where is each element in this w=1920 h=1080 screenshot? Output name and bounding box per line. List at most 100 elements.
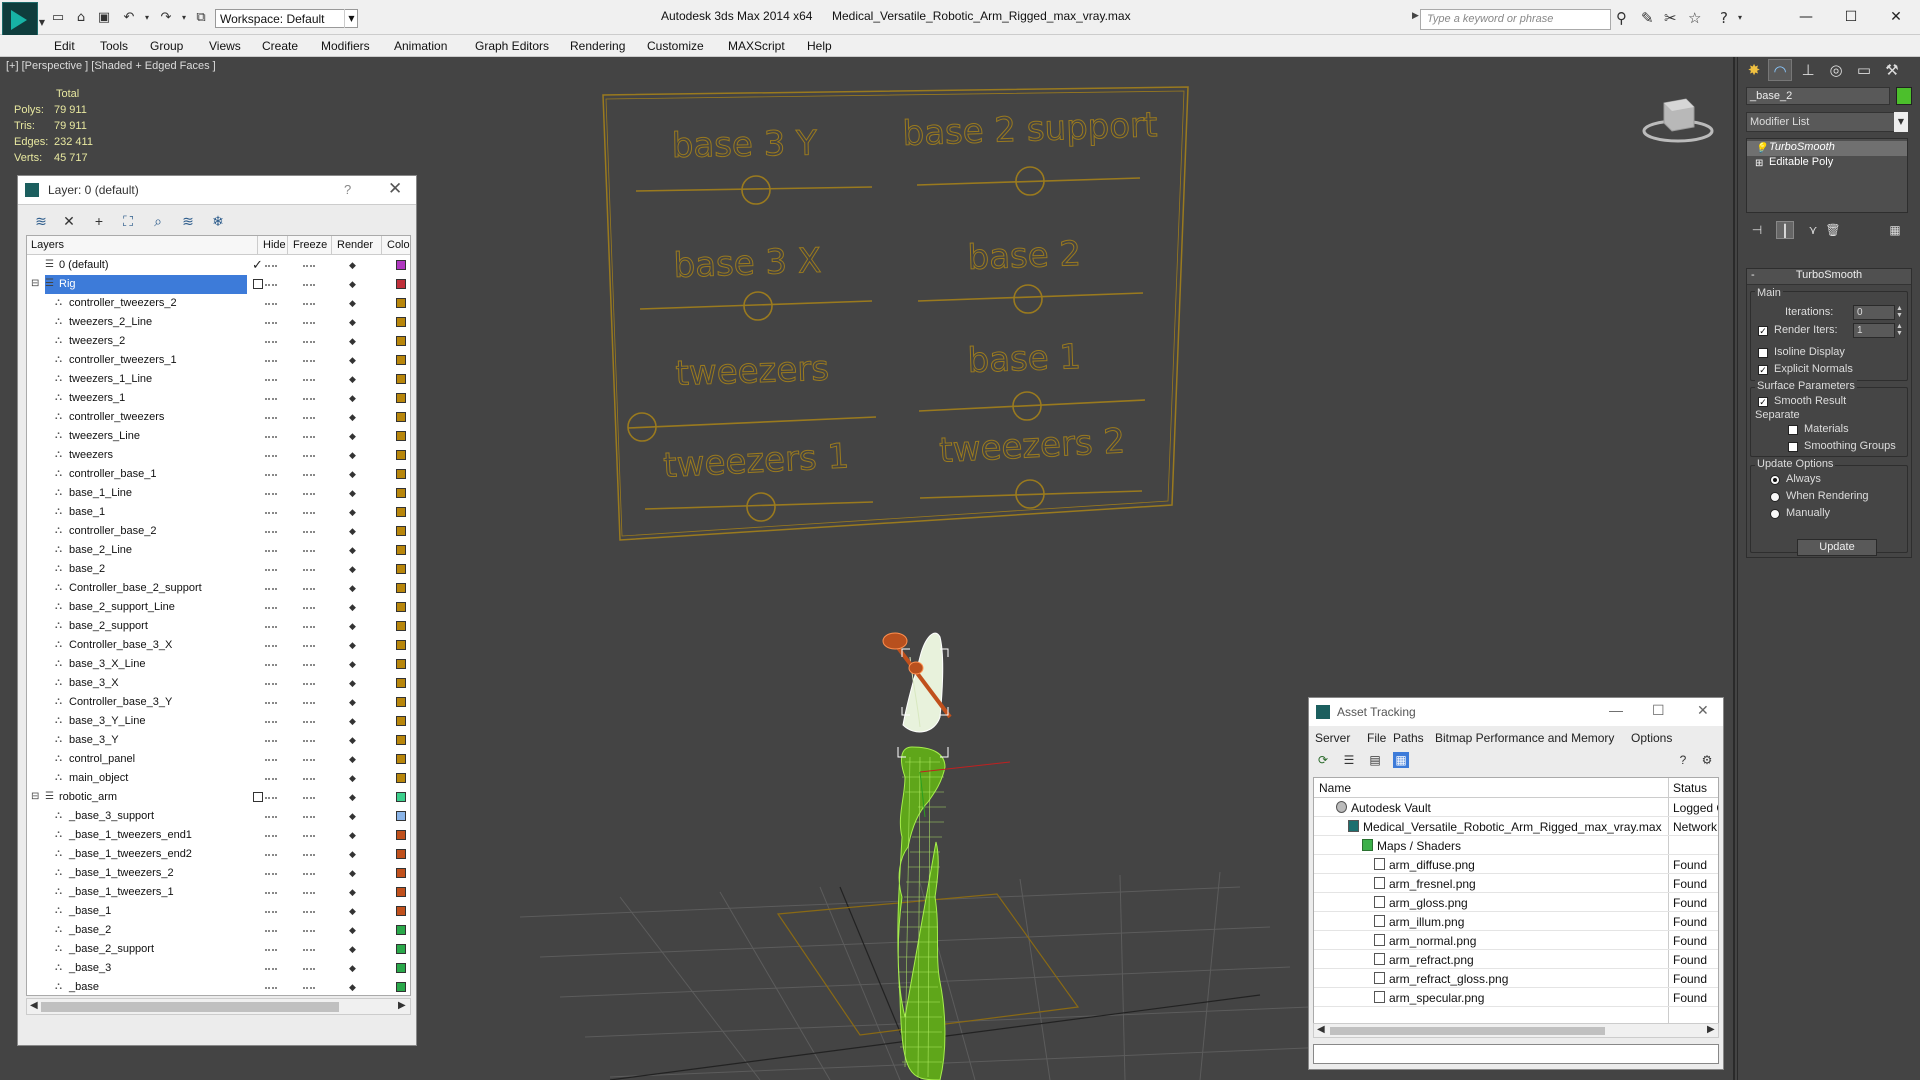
hide-toggle[interactable] xyxy=(265,911,277,913)
render-teapot-icon[interactable]: ◆ xyxy=(349,983,360,992)
render-teapot-icon[interactable]: ◆ xyxy=(349,717,360,726)
maximize-button[interactable]: ☐ xyxy=(1831,6,1871,28)
layer-object-row[interactable]: ⛬ base_3_Y ◆ xyxy=(27,731,410,750)
layer-name[interactable]: base_3_X_Line xyxy=(69,658,145,670)
layer-name[interactable]: Controller_base_2_support xyxy=(69,582,202,594)
render-teapot-icon[interactable]: ◆ xyxy=(349,375,360,384)
stack-item-editable-poly[interactable]: ⊞ Editable Poly xyxy=(1747,156,1907,171)
layer-color-swatch[interactable] xyxy=(396,906,406,916)
freeze-toggle[interactable] xyxy=(303,816,315,818)
hide-toggle[interactable] xyxy=(265,797,277,799)
layer-object-row[interactable]: ⛬ tweezers_1 ◆ xyxy=(27,389,410,408)
menu-animation[interactable]: Animation xyxy=(394,39,447,53)
layer-color-swatch[interactable] xyxy=(396,317,406,327)
layer-name[interactable]: tweezers xyxy=(69,449,113,461)
layer-color-swatch[interactable] xyxy=(396,640,406,650)
freeze-toggle[interactable] xyxy=(303,588,315,590)
object-name-field[interactable]: _base_2 xyxy=(1746,87,1890,105)
minimize-button[interactable]: — xyxy=(1786,6,1826,28)
render-teapot-icon[interactable]: ◆ xyxy=(349,945,360,954)
layer-name[interactable]: main_object xyxy=(69,772,128,784)
layer-color-swatch[interactable] xyxy=(396,849,406,859)
layer-name[interactable]: base_3_Y_Line xyxy=(69,715,145,727)
render-teapot-icon[interactable]: ◆ xyxy=(349,565,360,574)
layer-name[interactable]: controller_tweezers xyxy=(69,411,164,423)
freeze-toggle[interactable] xyxy=(303,854,315,856)
help-dropdown-icon[interactable]: ▾ xyxy=(1738,10,1742,26)
explicit-normals-checkbox[interactable]: ✓ xyxy=(1758,365,1768,375)
asset-row[interactable]: Maps / Shaders xyxy=(1314,836,1718,855)
hide-toggle[interactable] xyxy=(265,379,277,381)
layer-color-swatch[interactable] xyxy=(396,488,406,498)
scroll-thumb[interactable] xyxy=(41,1002,339,1012)
pin-stack-icon[interactable]: ⊣ xyxy=(1748,221,1766,239)
app-menu-arrow-icon[interactable]: ▼ xyxy=(34,16,50,30)
menu-group[interactable]: Group xyxy=(150,39,183,53)
layer-color-swatch[interactable] xyxy=(396,393,406,403)
freeze-toggle[interactable] xyxy=(303,892,315,894)
hide-toggle[interactable] xyxy=(265,588,277,590)
refresh-icon[interactable]: ⟳ xyxy=(1315,752,1331,768)
layer-color-swatch[interactable] xyxy=(396,507,406,517)
render-teapot-icon[interactable]: ◆ xyxy=(349,470,360,479)
highlight-layer-icon[interactable]: ⌕ xyxy=(149,212,167,230)
asset-path-field[interactable] xyxy=(1313,1044,1719,1064)
col-color[interactable]: Color xyxy=(387,239,410,251)
freeze-toggle[interactable] xyxy=(303,645,315,647)
render-iters-checkbox[interactable]: ✓ xyxy=(1758,326,1768,336)
workspace-dropdown[interactable]: Workspace: Default xyxy=(215,9,358,28)
freeze-toggle[interactable] xyxy=(303,322,315,324)
asset-dialog-titlebar[interactable]: Asset Tracking — ☐ ✕ xyxy=(1309,698,1723,726)
layer-color-swatch[interactable] xyxy=(396,963,406,973)
freeze-toggle[interactable] xyxy=(303,455,315,457)
freeze-toggle[interactable] xyxy=(303,379,315,381)
layer-object-row[interactable]: ⛬ base_3_Y_Line ◆ xyxy=(27,712,410,731)
collapse-icon[interactable]: - xyxy=(1751,269,1755,281)
close-button[interactable]: ✕ xyxy=(1697,702,1709,719)
layer-object-row[interactable]: ⛬ _base_2_support ◆ xyxy=(27,940,410,959)
render-teapot-icon[interactable]: ◆ xyxy=(349,546,360,555)
communication-icon[interactable]: ✂ xyxy=(1664,10,1677,26)
layer-object-row[interactable]: ⛬ controller_base_2 ◆ xyxy=(27,522,410,541)
layer-object-row[interactable]: ⛬ _base_1 ◆ xyxy=(27,902,410,921)
layer-color-swatch[interactable] xyxy=(396,469,406,479)
layer-color-swatch[interactable] xyxy=(396,792,406,802)
update-manually-radio[interactable] xyxy=(1770,509,1780,519)
hide-toggle[interactable] xyxy=(265,664,277,666)
layer-name[interactable]: tweezers_Line xyxy=(69,430,140,442)
hide-all-icon[interactable]: ≋ xyxy=(179,212,197,230)
render-teapot-icon[interactable]: ◆ xyxy=(349,926,360,935)
layer-object-row[interactable]: ⛬ controller_tweezers_1 ◆ xyxy=(27,351,410,370)
render-teapot-icon[interactable]: ◆ xyxy=(349,584,360,593)
redo-dropdown-icon[interactable]: ▾ xyxy=(176,11,192,25)
freeze-toggle[interactable] xyxy=(303,930,315,932)
set-active-layer-icon[interactable] xyxy=(253,792,263,802)
display-tab-icon[interactable]: ▭ xyxy=(1852,59,1876,81)
hide-toggle[interactable] xyxy=(265,873,277,875)
freeze-toggle[interactable] xyxy=(303,417,315,419)
undo-icon[interactable]: ↶ xyxy=(121,11,137,25)
freeze-toggle[interactable] xyxy=(303,968,315,970)
hide-toggle[interactable] xyxy=(265,683,277,685)
layer-object-row[interactable]: ⛬ _base_1_tweezers_1 ◆ xyxy=(27,883,410,902)
collapse-icon[interactable]: ⊟ xyxy=(31,792,41,802)
spinner-arrows-icon[interactable]: ▲ ▼ xyxy=(1895,323,1904,338)
layer-object-row[interactable]: ⛬ tweezers_Line ◆ xyxy=(27,427,410,446)
layer-row[interactable]: ⊟ ☰ Rig ◆ xyxy=(27,275,410,294)
layer-name[interactable]: _base_2 xyxy=(69,924,111,936)
freeze-toggle[interactable] xyxy=(303,626,315,628)
update-button[interactable]: Update xyxy=(1797,539,1877,556)
hide-toggle[interactable] xyxy=(265,626,277,628)
layer-color-swatch[interactable] xyxy=(396,697,406,707)
menu-create[interactable]: Create xyxy=(262,39,298,53)
hide-toggle[interactable] xyxy=(265,455,277,457)
hide-toggle[interactable] xyxy=(265,531,277,533)
freeze-toggle[interactable] xyxy=(303,797,315,799)
layer-name[interactable]: base_3_Y xyxy=(69,734,119,746)
smooth-result-checkbox[interactable]: ✓ xyxy=(1758,397,1768,407)
hide-toggle[interactable] xyxy=(265,968,277,970)
layer-object-row[interactable]: ⛬ base_2_support ◆ xyxy=(27,617,410,636)
smoothing-groups-checkbox[interactable] xyxy=(1788,442,1798,452)
layer-color-swatch[interactable] xyxy=(396,830,406,840)
layer-object-row[interactable]: ⛬ tweezers ◆ xyxy=(27,446,410,465)
